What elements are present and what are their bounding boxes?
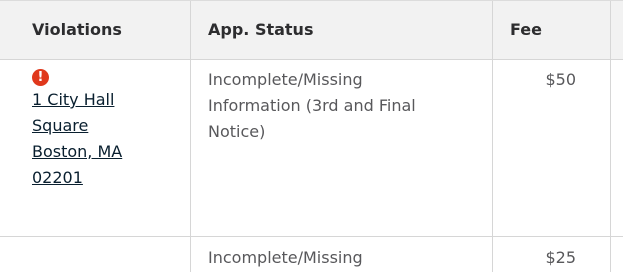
violation-address-link[interactable]: 1 City Hall Square Boston, MA 02201 xyxy=(32,87,182,191)
status-line: Incomplete/Missing xyxy=(208,70,363,89)
address-line[interactable]: 1 City Hall xyxy=(32,87,182,113)
status-line: Notice) xyxy=(208,122,266,141)
address-line[interactable]: Square xyxy=(32,113,182,139)
column-header-fee[interactable]: Fee xyxy=(510,1,542,59)
column-header-app-status[interactable]: App. Status xyxy=(208,1,313,59)
column-header-violations[interactable]: Violations xyxy=(32,1,122,59)
app-status-cell: Incomplete/Missing xyxy=(208,245,488,271)
row-divider xyxy=(0,236,623,237)
address-line[interactable]: 02201 xyxy=(32,165,182,191)
status-line: Incomplete/Missing xyxy=(208,248,363,267)
fee-cell: $25 xyxy=(545,248,576,267)
app-status-cell: Incomplete/Missing Information (3rd and … xyxy=(208,67,488,145)
fee-cell: $50 xyxy=(545,70,576,89)
column-divider xyxy=(492,1,493,272)
address-line[interactable]: Boston, MA xyxy=(32,139,182,165)
column-divider xyxy=(610,1,611,272)
status-line: Information (3rd and Final xyxy=(208,96,416,115)
exclamation-circle-icon: ! xyxy=(32,69,49,86)
column-divider xyxy=(190,1,191,272)
violations-table: Violations App. Status Fee ! 1 City Hall… xyxy=(0,0,623,272)
table-header-row: Violations App. Status Fee xyxy=(0,1,623,60)
